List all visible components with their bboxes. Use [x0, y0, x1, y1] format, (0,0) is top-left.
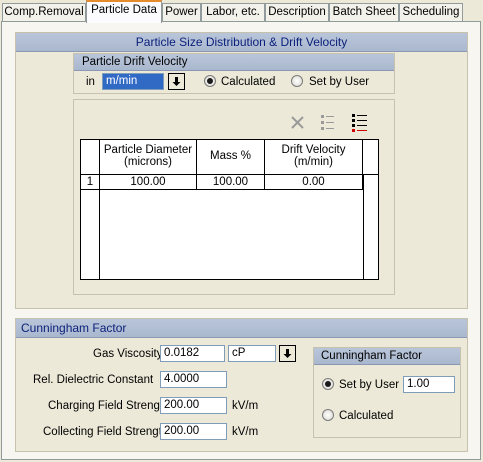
tab-batch-sheet[interactable]: Batch Sheet [329, 3, 399, 22]
drift-calculated-label: Calculated [221, 76, 276, 88]
row-index-column [81, 190, 100, 279]
cunningham-calculated-radio[interactable] [322, 409, 334, 421]
tab-scheduling[interactable]: Scheduling [399, 3, 463, 22]
list-icon[interactable] [320, 114, 338, 135]
gas-viscosity-unit-select[interactable]: cP [228, 345, 276, 362]
dielectric-label: Rel. Dielectric Constant [33, 374, 154, 386]
list-add-icon[interactable] [351, 113, 371, 136]
cell-particle-diameter[interactable]: 100.00 [100, 175, 197, 190]
collecting-field-unit: kV/m [232, 426, 259, 438]
header-filler [363, 140, 378, 175]
drift-calculated-radio[interactable] [204, 75, 216, 87]
tab-bar: Comp.Removal Particle Data Power Labor, … [0, 0, 483, 23]
arrow-down-icon [283, 349, 292, 358]
tab-power[interactable]: Power [162, 3, 201, 22]
gas-viscosity-label: Gas Viscosity [93, 348, 163, 360]
charging-field-input[interactable]: 200.00 [160, 397, 227, 414]
drift-velocity-title: Particle Drift Velocity [74, 54, 394, 71]
psd-group-title: Particle Size Distribution & Drift Veloc… [16, 33, 467, 52]
tab-comp-removal[interactable]: Comp.Removal [2, 3, 86, 22]
charging-field-unit: kV/m [232, 400, 259, 412]
cell-drift-velocity[interactable]: 0.00 [265, 175, 363, 190]
header-mass-percent[interactable]: Mass % [197, 140, 265, 175]
drift-set-by-user-label: Set by User [309, 76, 370, 88]
charging-field-label: Charging Field Strength [48, 400, 170, 412]
row-index: 1 [81, 175, 100, 190]
tab-particle-data[interactable]: Particle Data [86, 0, 162, 23]
gas-viscosity-input[interactable]: 0.0182 [160, 345, 225, 362]
cunningham-set-by-user-label: Set by User [339, 379, 400, 391]
cunningham-set-by-user-radio[interactable] [322, 378, 334, 390]
drift-unit-dropdown-button[interactable] [168, 73, 185, 90]
cunningham-calculated-label: Calculated [339, 410, 394, 422]
drift-unit-select[interactable]: m/min [102, 73, 164, 90]
drift-in-label: in [86, 76, 95, 88]
table-right-divider [363, 175, 364, 279]
cell-mass-percent[interactable]: 100.00 [197, 175, 265, 190]
arrow-down-icon [172, 77, 181, 86]
delete-x-icon[interactable] [290, 115, 305, 133]
drift-set-by-user-radio[interactable] [291, 75, 303, 87]
distribution-table: Particle Diameter (microns) Mass % Drift… [80, 139, 379, 280]
collecting-field-input[interactable]: 200.00 [160, 423, 227, 440]
header-particle-diameter[interactable]: Particle Diameter (microns) [100, 140, 197, 175]
cunningham-set-by-user-input[interactable]: 1.00 [403, 376, 455, 393]
cunningham-factor-box-title: Cunningham Factor [314, 348, 460, 365]
table-corner [81, 140, 100, 175]
header-drift-velocity[interactable]: Drift Velocity (m/min) [265, 140, 363, 175]
cunningham-group-title: Cunningham Factor [16, 319, 467, 338]
collecting-field-label: Collecting Field Strength [43, 426, 169, 438]
gas-viscosity-unit-dropdown-button[interactable] [279, 345, 296, 362]
tab-description[interactable]: Description [265, 3, 329, 22]
tab-labor[interactable]: Labor, etc. [201, 3, 265, 22]
dielectric-input[interactable]: 4.0000 [160, 371, 227, 388]
